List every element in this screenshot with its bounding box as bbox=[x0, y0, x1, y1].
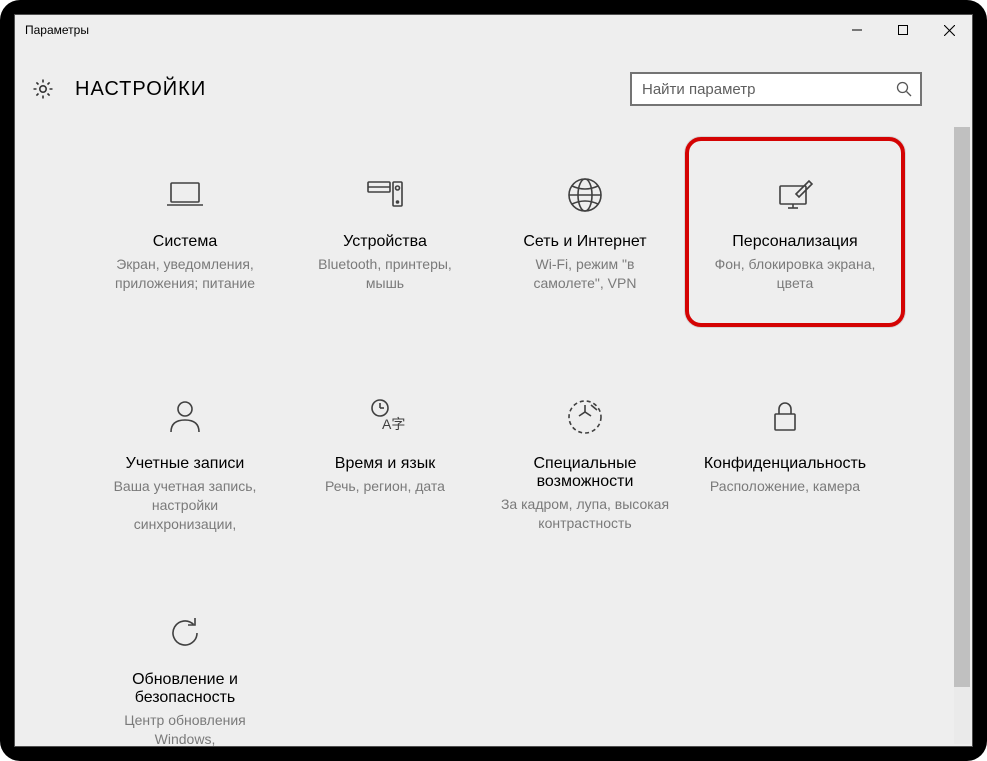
gear-icon bbox=[29, 75, 57, 103]
search-input[interactable]: Найти параметр bbox=[630, 72, 922, 106]
tile-title: Система bbox=[153, 233, 217, 251]
tile-title: Конфиденциальность bbox=[704, 455, 866, 473]
accessibility-icon bbox=[561, 393, 609, 441]
tile-desc: Ваша учетная запись, настройки синхрониз… bbox=[93, 477, 277, 534]
header-row: НАСТРОЙКИ Найти параметр bbox=[15, 65, 972, 113]
svg-text:A字: A字 bbox=[382, 416, 405, 432]
tile-time-language[interactable]: A字 Время и язык Речь, регион, дата bbox=[285, 387, 485, 544]
update-icon bbox=[161, 609, 209, 657]
tile-desc: Расположение, камера bbox=[704, 477, 866, 496]
search-icon bbox=[896, 81, 912, 97]
titlebar: Параметры bbox=[15, 15, 972, 45]
tile-desc: Речь, регион, дата bbox=[319, 477, 451, 496]
tile-title: Сеть и Интернет bbox=[523, 233, 646, 251]
tile-desc: Фон, блокировка экрана, цвета bbox=[697, 255, 893, 293]
tiles-grid: Система Экран, уведомления, приложения; … bbox=[15, 125, 972, 746]
window-title: Параметры bbox=[25, 23, 89, 37]
settings-window: Параметры НАСТРОЙКИ Найти параметр bbox=[14, 14, 973, 747]
maximize-button[interactable] bbox=[880, 15, 926, 45]
person-icon bbox=[161, 393, 209, 441]
tile-personalization[interactable]: Персонализация Фон, блокировка экрана, ц… bbox=[685, 137, 905, 327]
tile-accounts[interactable]: Учетные записи Ваша учетная запись, наст… bbox=[85, 387, 285, 544]
tile-system[interactable]: Система Экран, уведомления, приложения; … bbox=[85, 165, 285, 327]
time-language-icon: A字 bbox=[361, 393, 409, 441]
close-button[interactable] bbox=[926, 15, 972, 45]
tile-title: Персонализация bbox=[732, 233, 857, 251]
tile-title: Специальные возможности bbox=[493, 455, 677, 491]
tile-desc: За кадром, лупа, высокая контрастность bbox=[493, 495, 677, 533]
minimize-button[interactable] bbox=[834, 15, 880, 45]
lock-icon bbox=[761, 393, 809, 441]
tile-network[interactable]: Сеть и Интернет Wi-Fi, режим "в самолете… bbox=[485, 165, 685, 327]
tile-desc: Экран, уведомления, приложения; питание bbox=[93, 255, 277, 293]
tile-title: Обновление и безопасность bbox=[93, 671, 277, 707]
scrollbar-thumb[interactable] bbox=[954, 127, 970, 687]
page-title: НАСТРОЙКИ bbox=[75, 78, 206, 101]
tile-desc: Wi-Fi, режим "в самолете", VPN bbox=[493, 255, 677, 293]
search-placeholder: Найти параметр bbox=[642, 81, 896, 98]
tile-devices[interactable]: Устройства Bluetooth, принтеры, мышь bbox=[285, 165, 485, 327]
tile-accessibility[interactable]: Специальные возможности За кадром, лупа,… bbox=[485, 387, 685, 544]
tile-title: Устройства bbox=[343, 233, 427, 251]
devices-icon bbox=[361, 171, 409, 219]
personalization-icon bbox=[771, 171, 819, 219]
tile-update-security[interactable]: Обновление и безопасность Центр обновлен… bbox=[85, 603, 285, 746]
tile-desc: Bluetooth, принтеры, мышь bbox=[293, 255, 477, 293]
laptop-icon bbox=[161, 171, 209, 219]
tile-privacy[interactable]: Конфиденциальность Расположение, камера bbox=[685, 387, 885, 544]
tile-desc: Центр обновления Windows, bbox=[93, 711, 277, 746]
tile-title: Учетные записи bbox=[126, 455, 245, 473]
globe-icon bbox=[561, 171, 609, 219]
tile-title: Время и язык bbox=[335, 455, 435, 473]
